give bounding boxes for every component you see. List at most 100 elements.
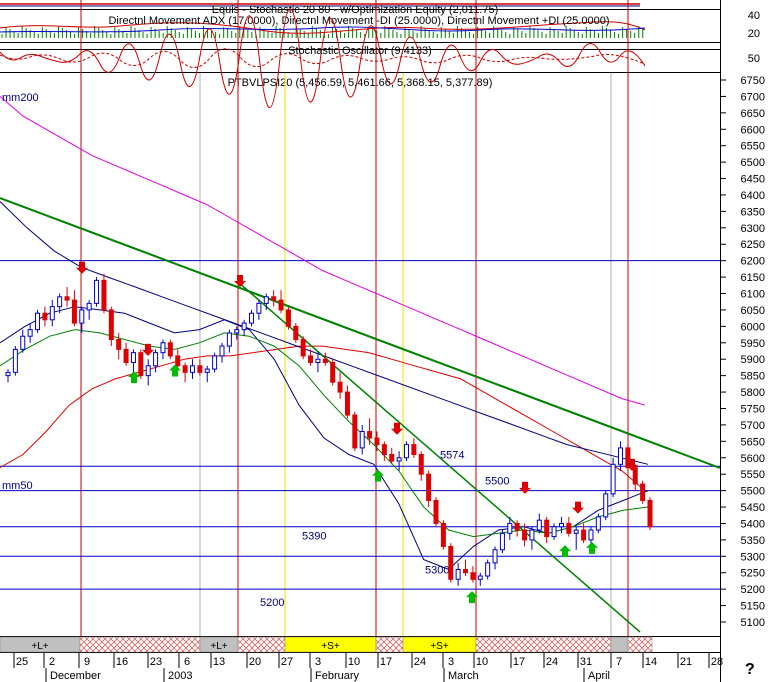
x-tick-label: 17 xyxy=(380,656,392,668)
signal-segment xyxy=(610,636,629,653)
sell-arrow-icon xyxy=(76,261,88,274)
candle-body xyxy=(359,430,365,449)
candle-body xyxy=(5,371,11,377)
candle-body xyxy=(182,365,188,373)
y-tick-label: 6000 xyxy=(741,321,765,333)
candle-body xyxy=(352,414,358,449)
trendline-main xyxy=(0,197,721,469)
candle-body xyxy=(529,529,535,541)
y-tick-label: 5100 xyxy=(741,617,765,629)
candle-body xyxy=(189,365,195,373)
candle-body xyxy=(448,545,454,580)
y-tick-label: 6250 xyxy=(741,239,765,251)
candle-body xyxy=(278,299,284,311)
x-tick-label: 9 xyxy=(84,656,90,668)
signal-segment xyxy=(627,636,653,653)
candle-body xyxy=(507,522,513,534)
candle-body xyxy=(551,526,557,538)
x-tick-label: 10 xyxy=(476,656,488,668)
y-tick-label: 5350 xyxy=(741,535,765,547)
candle-body xyxy=(71,299,77,324)
candle-body xyxy=(249,312,255,324)
x-tick-label: 16 xyxy=(116,656,128,668)
candle-body xyxy=(293,325,299,341)
y-tick-label: 6650 xyxy=(741,108,765,120)
candle-body xyxy=(463,568,469,574)
stochastic-header: Stochastic Oscillator (9.4133) xyxy=(288,45,432,57)
candle-body xyxy=(514,522,520,531)
candle-body xyxy=(411,444,417,455)
candle-body xyxy=(116,339,122,350)
x-tick-label: 24 xyxy=(546,656,558,668)
adx-header: Directnl Movement ADX (17.0000), Directn… xyxy=(108,15,609,27)
level-label: 5500 xyxy=(485,476,509,488)
candle-body xyxy=(35,312,41,331)
x-tick-label: 23 xyxy=(150,656,162,668)
x-tick-label: 6 xyxy=(184,656,190,668)
candle-body xyxy=(300,339,306,357)
candle-body xyxy=(632,467,638,485)
x-tick-label: 7 xyxy=(616,656,622,668)
candle-body xyxy=(499,532,505,551)
month-label: April xyxy=(588,670,610,682)
vertical-markers xyxy=(80,0,629,636)
candle-body xyxy=(263,296,269,304)
candle-body xyxy=(647,499,653,528)
month-label: 2003 xyxy=(168,670,192,682)
candle-body xyxy=(94,279,100,304)
signal-label: +L+ xyxy=(210,641,227,652)
candle-body xyxy=(219,345,225,357)
x-tick-label: 20 xyxy=(249,656,261,668)
y-tick-label: 6350 xyxy=(741,206,765,218)
candle-body xyxy=(588,529,594,541)
x-tick-label: 24 xyxy=(414,656,426,668)
y-tick-label: 5200 xyxy=(741,584,765,596)
y-tick-label: 6050 xyxy=(741,305,765,317)
mm50-label: mm50 xyxy=(2,480,33,492)
candle-body xyxy=(138,352,144,377)
candle-body xyxy=(197,365,203,373)
candle-body xyxy=(285,309,291,327)
candle-body xyxy=(330,361,336,383)
y-tick-label: 6100 xyxy=(741,289,765,301)
candle-body xyxy=(396,457,402,462)
level-label: 5200 xyxy=(260,597,284,609)
candle-body xyxy=(153,352,159,367)
candle-body xyxy=(492,549,498,564)
candle-body xyxy=(315,358,321,363)
x-tick-label: 14 xyxy=(645,656,657,668)
level-label: 5300 xyxy=(425,564,449,576)
y-tick-label: 5500 xyxy=(741,486,765,498)
sell-arrow-icon xyxy=(519,481,531,494)
signal-segment xyxy=(375,636,404,653)
candle-body xyxy=(374,437,380,446)
month-label: December xyxy=(50,670,101,682)
candle-body xyxy=(477,575,483,580)
candle-body xyxy=(101,279,107,311)
y-tick-label: 5300 xyxy=(741,551,765,563)
candle-body xyxy=(212,355,218,370)
adx-minus-di-line xyxy=(0,26,646,33)
chart-root: Equis - Stochastic 20 80 - w/Optimizatio… xyxy=(0,0,765,682)
price-y-axis: 5100 5150 5200 5250 5300 5350 5400 5450 5500 5550… xyxy=(720,75,765,629)
y-tick-label: 5450 xyxy=(741,502,765,514)
candle-body xyxy=(367,430,373,439)
candle-body xyxy=(322,358,328,363)
candle-body xyxy=(485,562,491,577)
signal-segment xyxy=(237,636,286,653)
help-icon[interactable]: ? xyxy=(745,661,755,678)
trendlines xyxy=(0,197,721,633)
candle-body xyxy=(536,519,542,531)
candle-body xyxy=(581,529,587,541)
candle-body xyxy=(27,329,33,337)
candle-body xyxy=(12,348,18,373)
signal-segment xyxy=(475,636,612,653)
candle-body xyxy=(20,335,26,350)
y-tick-label: 5150 xyxy=(741,601,765,613)
candle-body xyxy=(108,309,114,341)
price-header: PTBVLPSI20 (5,456.59, 5,461.66, 5,368.15… xyxy=(228,77,493,89)
buy-arrow-icon xyxy=(586,541,598,554)
candle-body xyxy=(130,352,136,363)
candle-body xyxy=(344,391,350,416)
mm200-label: mm200 xyxy=(2,92,39,104)
